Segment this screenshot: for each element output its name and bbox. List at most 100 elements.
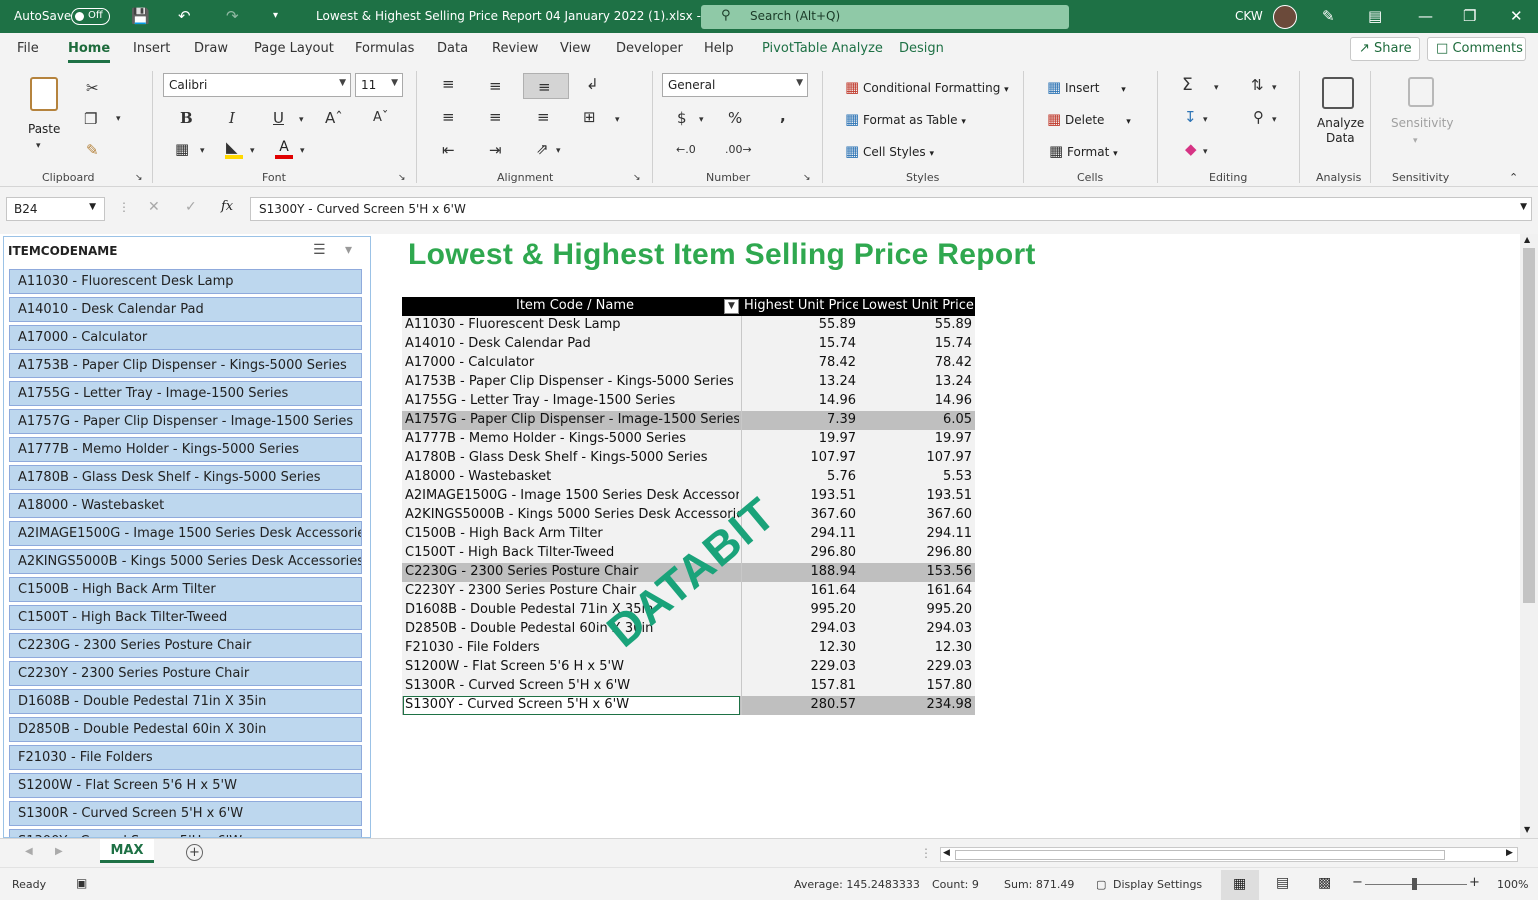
cell-item-name[interactable]: S1300Y - Curved Screen 5'H x 6'W xyxy=(405,696,739,715)
wrap-text-icon[interactable]: ↲ xyxy=(586,75,599,93)
clipboard-launcher-icon[interactable]: ↘ xyxy=(135,169,143,187)
autosum-dropdown-icon[interactable]: ▾ xyxy=(1214,79,1219,97)
paste-dropdown-icon[interactable]: ▾ xyxy=(36,137,41,155)
tab-view[interactable]: View xyxy=(560,41,591,56)
tab-developer[interactable]: Developer xyxy=(616,41,683,56)
slicer-item[interactable]: A1780B - Glass Desk Shelf - Kings-5000 S… xyxy=(9,465,362,490)
merge-center-icon[interactable]: ⊞ xyxy=(583,108,596,126)
save-icon[interactable]: 💾 xyxy=(131,7,150,25)
analyze-data-label-line1[interactable]: Analyze xyxy=(1317,116,1364,130)
clear-dropdown-icon[interactable]: ▾ xyxy=(1203,143,1208,161)
percent-icon[interactable]: % xyxy=(728,109,742,127)
align-top-icon[interactable]: ≡ xyxy=(442,75,455,93)
cell-item-name[interactable]: A1777B - Memo Holder - Kings-5000 Series xyxy=(405,430,739,449)
next-sheet-icon[interactable]: ▶ xyxy=(55,846,63,857)
slicer-item[interactable]: A17000 - Calculator xyxy=(9,325,362,350)
format-painter-icon[interactable]: ✎ xyxy=(86,141,99,159)
tab-data[interactable]: Data xyxy=(437,41,468,56)
analyze-data-label-line2[interactable]: Data xyxy=(1326,131,1355,145)
currency-icon[interactable]: $ xyxy=(677,109,687,127)
customize-toolbar-icon[interactable]: ▾ xyxy=(273,7,278,25)
autosave-toggle[interactable]: Off xyxy=(71,8,110,25)
ribbon-display-icon[interactable]: ▤ xyxy=(1368,7,1382,25)
paste-label[interactable]: Paste xyxy=(28,122,60,136)
share-button[interactable]: ↗ Share xyxy=(1350,37,1420,61)
slicer-item[interactable]: S1300R - Curved Screen 5'H x 6'W xyxy=(9,801,362,826)
format-as-table-button[interactable]: ▦ Format as Table ▾ xyxy=(845,110,966,128)
comma-style-icon[interactable]: , xyxy=(780,107,786,125)
decrease-decimal-icon[interactable]: .00→ xyxy=(725,141,752,159)
cell-item-name[interactable]: A11030 - Fluorescent Desk Lamp xyxy=(405,316,739,335)
cell-highest-price[interactable]: 13.24 xyxy=(742,373,858,392)
alignment-launcher-icon[interactable]: ↘ xyxy=(633,169,641,187)
slicer-item[interactable]: C1500B - High Back Arm Tilter xyxy=(9,577,362,602)
tab-page-layout[interactable]: Page Layout xyxy=(254,41,334,56)
search-box[interactable]: ⚲ Search (Alt+Q) xyxy=(701,5,1069,29)
orientation-icon[interactable]: ⇗ xyxy=(536,140,549,158)
cell-lowest-price[interactable]: 161.64 xyxy=(859,582,974,601)
undo-icon[interactable]: ↶ xyxy=(178,7,191,25)
cell-highest-price[interactable]: 157.81 xyxy=(742,677,858,696)
cell-highest-price[interactable]: 15.74 xyxy=(742,335,858,354)
formula-input[interactable]: S1300Y - Curved Screen 5'H x 6'W ▼ xyxy=(250,197,1532,221)
cell-highest-price[interactable]: 12.30 xyxy=(742,639,858,658)
header-item-code-name[interactable]: Item Code / Name ▼ xyxy=(402,297,741,316)
cell-highest-price[interactable]: 5.76 xyxy=(742,468,858,487)
currency-dropdown-icon[interactable]: ▾ xyxy=(699,111,704,129)
slicer-item[interactable]: A2KINGS5000B - Kings 5000 Series Desk Ac… xyxy=(9,549,362,574)
cell-lowest-price[interactable]: 5.53 xyxy=(859,468,974,487)
cell-lowest-price[interactable]: 12.30 xyxy=(859,639,974,658)
cut-icon[interactable]: ✂ xyxy=(86,79,99,97)
add-sheet-icon[interactable]: + xyxy=(186,844,203,861)
cell-highest-price[interactable]: 188.94 xyxy=(742,563,858,582)
cell-item-name[interactable]: F21030 - File Folders xyxy=(405,639,739,658)
font-name-select[interactable]: Calibri ▼ xyxy=(163,73,351,97)
clear-icon[interactable]: ◆ xyxy=(1185,140,1197,158)
slicer-item[interactable]: F21030 - File Folders xyxy=(9,745,362,770)
font-size-select[interactable]: 11 ▼ xyxy=(355,73,403,97)
delete-cells-button[interactable]: ▦ Delete ▾ xyxy=(1047,110,1131,128)
cell-item-name[interactable]: A14010 - Desk Calendar Pad xyxy=(405,335,739,354)
cell-highest-price[interactable]: 14.96 xyxy=(742,392,858,411)
copy-dropdown-icon[interactable]: ▾ xyxy=(116,110,121,128)
conditional-formatting-button[interactable]: ▦ Conditional Formatting ▾ xyxy=(845,78,1009,96)
cell-item-name[interactable]: S1300R - Curved Screen 5'H x 6'W xyxy=(405,677,739,696)
align-center-icon[interactable]: ≡ xyxy=(489,108,502,126)
cell-lowest-price[interactable]: 14.96 xyxy=(859,392,974,411)
cell-item-name[interactable]: A18000 - Wastebasket xyxy=(405,468,739,487)
accessibility-icon[interactable]: ▣ xyxy=(76,876,87,890)
cell-styles-button[interactable]: ▦ Cell Styles ▾ xyxy=(845,142,934,160)
cell-highest-price[interactable]: 229.03 xyxy=(742,658,858,677)
cell-lowest-price[interactable]: 15.74 xyxy=(859,335,974,354)
status-sum[interactable]: Sum: 871.49 xyxy=(1004,878,1074,891)
slicer-item[interactable]: A1757G - Paper Clip Dispenser - Image-15… xyxy=(9,409,362,434)
cell-lowest-price[interactable]: 234.98 xyxy=(859,696,974,715)
close-icon[interactable]: ✕ xyxy=(1510,7,1523,25)
find-dropdown-icon[interactable]: ▾ xyxy=(1272,111,1277,129)
cell-lowest-price[interactable]: 157.80 xyxy=(859,677,974,696)
slicer-item[interactable]: D2850B - Double Pedestal 60in X 30in xyxy=(9,717,362,742)
cell-lowest-price[interactable]: 367.60 xyxy=(859,506,974,525)
increase-indent-icon[interactable]: ⇥ xyxy=(489,141,502,159)
font-launcher-icon[interactable]: ↘ xyxy=(398,169,406,187)
slicer-item[interactable]: C2230Y - 2300 Series Posture Chair xyxy=(9,661,362,686)
tab-help[interactable]: Help xyxy=(704,41,734,56)
cell-item-name[interactable]: A1757G - Paper Clip Dispenser - Image-15… xyxy=(405,411,739,430)
cell-item-name[interactable]: A1755G - Letter Tray - Image-1500 Series xyxy=(405,392,739,411)
analyze-data-icon[interactable] xyxy=(1322,77,1354,109)
zoom-slider-knob[interactable] xyxy=(1412,878,1417,890)
cell-lowest-price[interactable]: 78.42 xyxy=(859,354,974,373)
decrease-font-icon[interactable]: Aˇ xyxy=(373,109,388,127)
number-format-select[interactable]: General ▼ xyxy=(662,73,808,97)
tab-formulas[interactable]: Formulas xyxy=(355,41,414,56)
format-cells-button[interactable]: ▦ Format ▾ xyxy=(1049,142,1118,160)
cell-lowest-price[interactable]: 995.20 xyxy=(859,601,974,620)
cell-item-name[interactable]: S1200W - Flat Screen 5'6 H x 5'W xyxy=(405,658,739,677)
restore-icon[interactable]: ❐ xyxy=(1463,7,1476,25)
tab-draw[interactable]: Draw xyxy=(194,41,228,56)
increase-font-icon[interactable]: Aˆ xyxy=(325,109,343,127)
status-average[interactable]: Average: 145.2483333 xyxy=(794,878,920,891)
cell-item-name[interactable]: A2KINGS5000B - Kings 5000 Series Desk Ac… xyxy=(405,506,739,525)
increase-decimal-icon[interactable]: ←.0 xyxy=(676,141,696,159)
fill-color-dropdown-icon[interactable]: ▾ xyxy=(250,142,255,160)
